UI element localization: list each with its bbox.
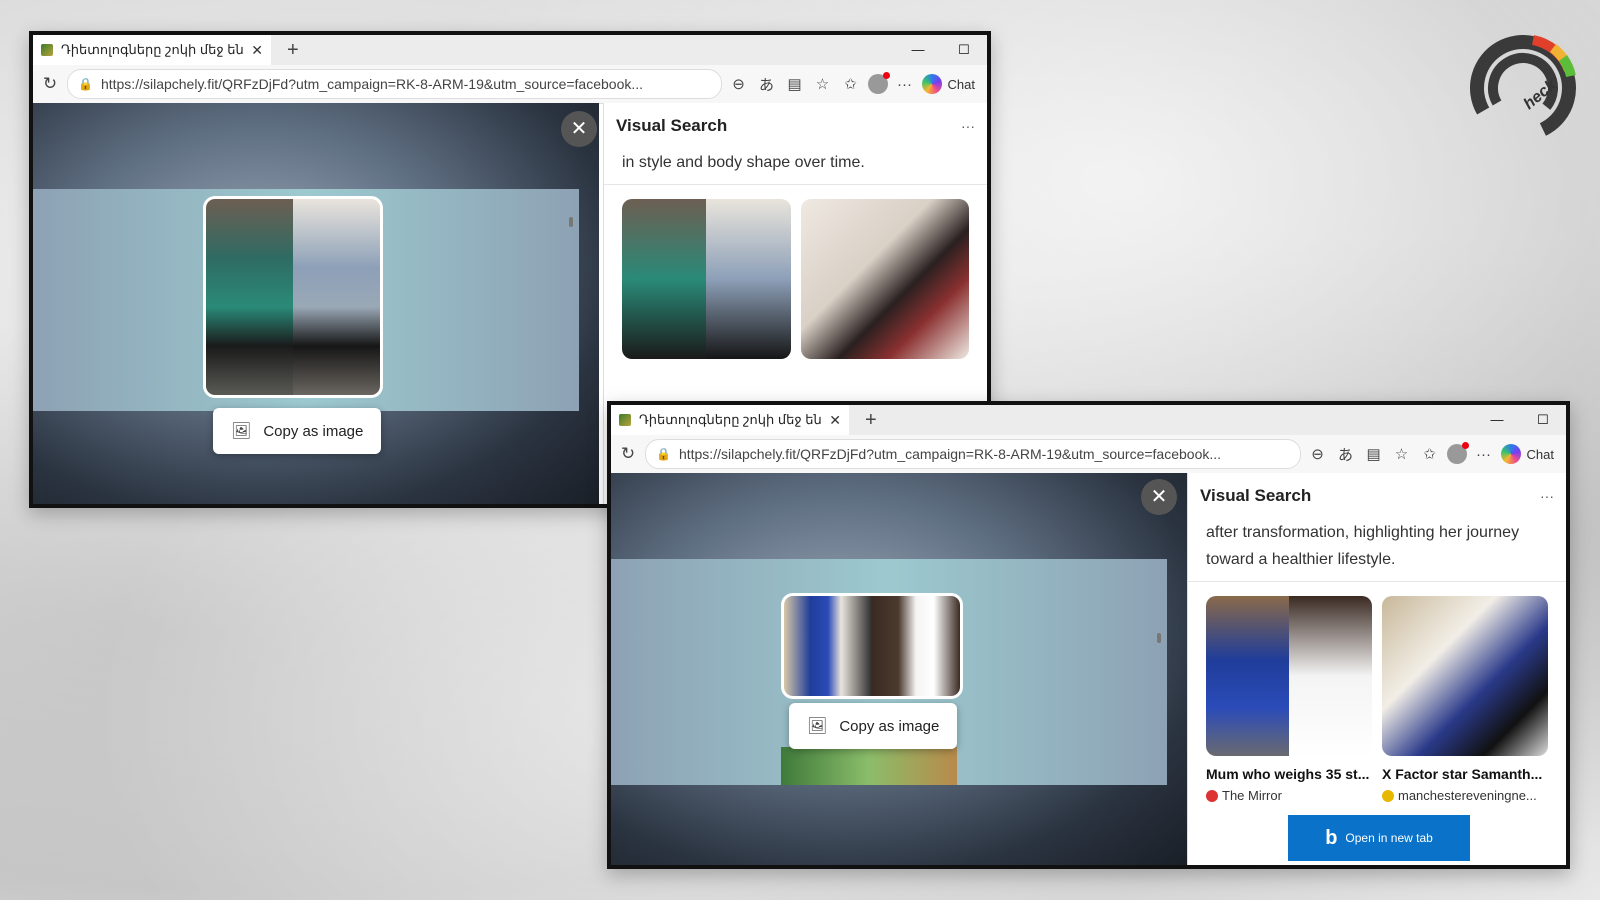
url-field[interactable]: 🔒 https://silapchely.fit/QRFzDjFd?utm_ca… <box>645 439 1301 469</box>
chat-button[interactable]: Chat <box>1527 447 1554 462</box>
next-image-preview <box>781 747 957 785</box>
panel-more-icon[interactable]: ··· <box>961 118 975 134</box>
tab-title: Դիետոլոգները շոկի մեջ են: Երկ <box>61 42 244 57</box>
open-in-new-tab-button[interactable]: b Open in new tab <box>1288 815 1470 861</box>
favorites-list-icon[interactable]: ✩ <box>1419 445 1441 463</box>
panel-header: Visual Search ··· <box>604 103 987 149</box>
source-icon <box>1382 789 1394 802</box>
panel-title: Visual Search <box>616 116 728 135</box>
copilot-icon[interactable] <box>921 74 942 94</box>
image-icon: 🖼 <box>807 718 828 735</box>
profile-avatar[interactable] <box>1446 442 1469 464</box>
close-tab-icon[interactable]: ✕ <box>829 412 841 429</box>
image-icon: 🖼 <box>231 423 252 440</box>
selected-image[interactable] <box>203 196 383 398</box>
open-in-new-tab-label: Open in new tab <box>1345 831 1433 845</box>
reader-mode-icon[interactable]: ▤ <box>784 75 806 93</box>
zoom-out-icon[interactable]: ⊖ <box>728 75 750 93</box>
copy-as-image-label: Copy as image <box>263 422 364 440</box>
result-image <box>1382 596 1548 756</box>
result-card[interactable]: Mum who weighs 35 st... The Mirror <box>1206 596 1372 803</box>
window-controls: — ☐ <box>1474 405 1566 435</box>
new-tab-button[interactable]: + <box>287 39 299 62</box>
copilot-icon[interactable] <box>1500 444 1521 464</box>
copy-as-image-button[interactable]: 🖼 Copy as image <box>213 408 382 454</box>
maximize-button[interactable]: ☐ <box>1520 405 1566 435</box>
maximize-button[interactable]: ☐ <box>941 35 987 65</box>
title-bar: Դիետոլոգները շոկի մեջ են: Երկ ✕ + — ☐ <box>33 35 987 65</box>
page-content: 🖼 Copy as image ✕ Visual Search ··· afte… <box>611 473 1566 865</box>
reload-button[interactable]: ↻ <box>39 74 61 94</box>
translate-icon[interactable]: あ <box>1335 444 1357 465</box>
result-title[interactable]: Mum who weighs 35 st... <box>1206 766 1372 782</box>
result-image <box>800 199 969 359</box>
chat-button[interactable]: Chat <box>948 77 975 92</box>
new-tab-button[interactable]: + <box>865 409 877 432</box>
source-icon <box>1206 789 1218 802</box>
browser-window-2: Դիետոլոգները շոկի մեջ են: Երկ ✕ + — ☐ ↻ … <box>607 401 1570 869</box>
selected-image[interactable] <box>781 593 963 699</box>
image-viewer: 🖼 Copy as image <box>611 473 1187 865</box>
address-bar-row: ↻ 🔒 https://silapchely.fit/QRFzDjFd?utm_… <box>33 65 987 104</box>
zoom-out-icon[interactable]: ⊖ <box>1307 445 1329 463</box>
result-source: manchestereveningne... <box>1382 788 1548 803</box>
panel-description: after transformation, highlighting her j… <box>1188 519 1566 582</box>
panel-description: in style and body shape over time. <box>604 149 987 185</box>
favicon-icon <box>41 44 53 56</box>
close-viewer-button[interactable]: ✕ <box>561 111 597 147</box>
result-image <box>1206 596 1372 756</box>
result-source: The Mirror <box>1206 788 1372 803</box>
reader-mode-icon[interactable]: ▤ <box>1363 445 1385 463</box>
more-menu-icon[interactable]: ··· <box>894 76 916 93</box>
minimize-button[interactable]: — <box>1474 405 1520 435</box>
copy-as-image-label: Copy as image <box>839 717 940 735</box>
more-menu-icon[interactable]: ··· <box>1473 446 1495 463</box>
scrollbar[interactable] <box>569 217 573 227</box>
result-thumbnails <box>604 185 987 359</box>
address-bar-row: ↻ 🔒 https://silapchely.fit/QRFzDjFd?utm_… <box>611 435 1566 474</box>
url-text: https://silapchely.fit/QRFzDjFd?utm_camp… <box>100 76 644 92</box>
scrollbar[interactable] <box>1157 633 1161 643</box>
panel-title: Visual Search <box>1200 486 1312 505</box>
result-title[interactable]: X Factor star Samanth... <box>1382 766 1548 782</box>
reload-button[interactable]: ↻ <box>617 444 639 464</box>
close-viewer-button[interactable]: ✕ <box>1141 479 1177 515</box>
check-logo: heck <box>1470 35 1576 141</box>
minimize-button[interactable]: — <box>895 35 941 65</box>
favorite-icon[interactable]: ☆ <box>812 75 834 93</box>
tab-title: Դիետոլոգները շոկի մեջ են: Երկ <box>639 412 822 427</box>
result-thumbnails: Mum who weighs 35 st... The Mirror X Fac… <box>1188 582 1566 803</box>
copy-as-image-button[interactable]: 🖼 Copy as image <box>789 703 958 749</box>
result-image <box>622 199 791 359</box>
bing-icon: b <box>1325 826 1338 849</box>
profile-avatar[interactable] <box>867 72 890 94</box>
lock-icon[interactable]: 🔒 <box>78 77 93 91</box>
result-card[interactable]: X Factor star Samanth... manchestereveni… <box>1382 596 1548 803</box>
url-field[interactable]: 🔒 https://silapchely.fit/QRFzDjFd?utm_ca… <box>67 69 722 99</box>
close-tab-icon[interactable]: ✕ <box>251 42 263 59</box>
window-controls: — ☐ <box>895 35 987 65</box>
image-viewer: 🖼 Copy as image <box>33 103 599 504</box>
favorites-list-icon[interactable]: ✩ <box>840 75 862 93</box>
result-card[interactable] <box>622 199 791 359</box>
result-source-name: The Mirror <box>1222 788 1282 803</box>
lock-icon[interactable]: 🔒 <box>656 447 671 461</box>
result-source-name: manchestereveningne... <box>1398 788 1537 803</box>
browser-tab[interactable]: Դիետոլոգները շոկի մեջ են: Երկ ✕ <box>611 405 849 435</box>
url-text: https://silapchely.fit/QRFzDjFd?utm_camp… <box>678 446 1222 462</box>
panel-header: Visual Search ··· <box>1188 473 1566 519</box>
favorite-icon[interactable]: ☆ <box>1391 445 1413 463</box>
result-card[interactable] <box>800 199 969 359</box>
visual-search-panel: Visual Search ··· after transformation, … <box>1187 473 1566 865</box>
browser-tab[interactable]: Դիետոլոգները շոկի մեջ են: Երկ ✕ <box>33 35 271 65</box>
favicon-icon <box>619 414 631 426</box>
title-bar: Դիետոլոգները շոկի մեջ են: Երկ ✕ + — ☐ <box>611 405 1566 435</box>
translate-icon[interactable]: あ <box>756 74 778 95</box>
panel-more-icon[interactable]: ··· <box>1540 488 1554 504</box>
